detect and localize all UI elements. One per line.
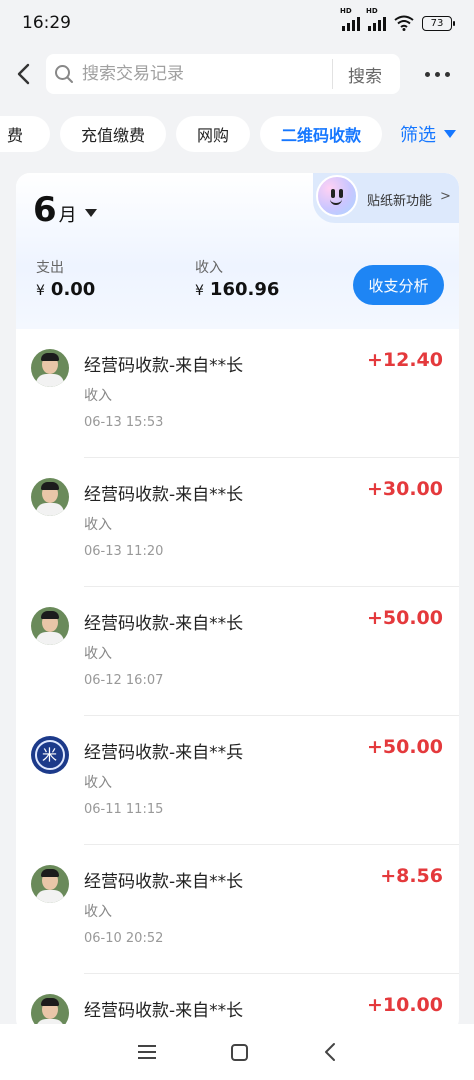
transaction-list: 经营码收款-来自**长 收入 06-13 15:53 +12.40 经营码收款-… [16, 329, 459, 1033]
expense-value: ¥0.00 [36, 279, 96, 300]
income-value: ¥160.96 [195, 279, 280, 300]
income-label: 收入 [195, 260, 223, 276]
transaction-row[interactable]: 经营码收款-来自**长 收入 06-13 15:53 +12.40 [16, 329, 459, 458]
transaction-time: 06-10 20:52 [84, 931, 164, 946]
transaction-title: 经营码收款-来自**长 [84, 485, 244, 505]
search-icon [46, 64, 82, 84]
search-button[interactable]: 搜索 [348, 62, 382, 87]
category-chips: 费 充值缴费 网购 二维码收款 筛选 [0, 115, 474, 153]
transaction-amount: +12.40 [366, 349, 443, 371]
transaction-row[interactable]: 经营码收款-来自**长 收入 06-12 16:07 +50.00 [16, 587, 459, 716]
top-bar: 搜索 [0, 52, 474, 96]
transaction-amount: +50.00 [366, 607, 443, 629]
month-caret-icon [84, 209, 97, 217]
signal-icon: HD [340, 7, 360, 31]
menu-icon[interactable] [137, 1045, 156, 1059]
transaction-type: 收入 [84, 517, 112, 533]
signal-icon: HD [366, 7, 386, 31]
more-icon[interactable] [400, 71, 474, 77]
back-arrow-icon [17, 63, 30, 85]
transaction-row[interactable]: 经营码收款-来自**长 收入 06-10 20:52 +8.56 [16, 845, 459, 974]
transaction-type: 收入 [84, 646, 112, 662]
transaction-row[interactable]: 米 经营码收款-来自**兵 收入 06-11 11:15 +50.00 [16, 716, 459, 845]
search-box[interactable]: 搜索 [46, 54, 400, 94]
chip-fee[interactable]: 费 [0, 116, 50, 152]
avatar [31, 349, 69, 387]
system-nav-bar [0, 1024, 474, 1080]
chip-shopping[interactable]: 网购 [176, 116, 250, 152]
sticker-label[interactable]: 贴纸新功能 [367, 190, 432, 209]
back-nav-icon[interactable] [324, 1042, 336, 1062]
avatar: 米 [31, 736, 69, 774]
transaction-type: 收入 [84, 388, 112, 404]
sticker-face-icon[interactable] [316, 175, 358, 217]
back-button[interactable] [0, 52, 46, 96]
transaction-time: 06-13 11:20 [84, 544, 164, 559]
transaction-title: 经营码收款-来自**兵 [84, 743, 244, 763]
avatar [31, 478, 69, 516]
search-divider [332, 59, 333, 89]
transactions-card: 贴纸新功能 > 6 月 支出 ¥0.00 收入 ¥160.96 收支分析 经营码… [16, 173, 459, 1033]
month-unit: 月 [58, 205, 77, 226]
transaction-title: 经营码收款-来自**长 [84, 1001, 244, 1021]
status-bar: 16:29 HD HD 73 [0, 0, 474, 46]
chip-qr-payment[interactable]: 二维码收款 [260, 116, 382, 152]
chip-recharge[interactable]: 充值缴费 [60, 116, 166, 152]
transaction-title: 经营码收款-来自**长 [84, 356, 244, 376]
transaction-time: 06-13 15:53 [84, 415, 164, 430]
transaction-amount: +10.00 [366, 994, 443, 1016]
transaction-amount: +50.00 [366, 736, 443, 758]
month-selector[interactable]: 6 月 [33, 193, 97, 227]
analysis-button[interactable]: 收支分析 [353, 265, 444, 305]
transaction-type: 收入 [84, 775, 112, 791]
battery-icon: 73 [422, 15, 455, 31]
wifi-icon [394, 15, 414, 31]
expense-label: 支出 [36, 260, 64, 276]
status-time: 16:29 [22, 13, 71, 33]
home-icon[interactable] [231, 1043, 249, 1061]
avatar [31, 865, 69, 903]
filter-label: 筛选 [400, 125, 436, 146]
sticker-arrow-icon: > [440, 189, 451, 204]
transaction-title: 经营码收款-来自**长 [84, 872, 244, 892]
avatar [31, 607, 69, 645]
transaction-type: 收入 [84, 904, 112, 920]
summary-header: 贴纸新功能 > 6 月 支出 ¥0.00 收入 ¥160.96 收支分析 [16, 173, 459, 329]
transaction-row[interactable]: 经营码收款-来自**长 收入 06-13 11:20 +30.00 [16, 458, 459, 587]
transaction-time: 06-11 11:15 [84, 802, 164, 817]
transaction-amount: +30.00 [366, 478, 443, 500]
transaction-title: 经营码收款-来自**长 [84, 614, 244, 634]
filter-button[interactable]: 筛选 [400, 121, 456, 147]
status-icons: HD HD 73 [340, 7, 455, 31]
month-number: 6 [33, 190, 57, 230]
filter-caret-icon [444, 130, 456, 138]
transaction-time: 06-12 16:07 [84, 673, 164, 688]
transaction-amount: +8.56 [380, 865, 443, 887]
search-input[interactable] [82, 64, 322, 84]
